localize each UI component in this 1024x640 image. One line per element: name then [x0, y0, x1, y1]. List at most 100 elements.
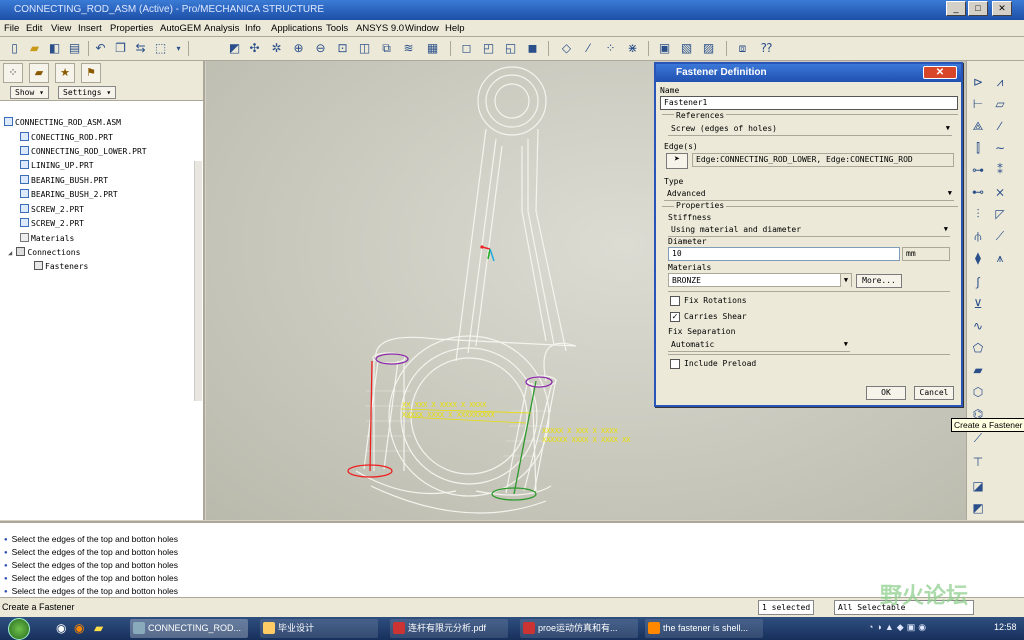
show-dropdown-button[interactable]: Show ▾	[10, 86, 49, 99]
new-file-icon[interactable]: ▯	[6, 40, 23, 57]
tree-item-part[interactable]: SCREW_2.PRT	[20, 217, 84, 230]
view-manager-icon[interactable]: ◫	[356, 40, 373, 57]
constraint-icon[interactable]: ⊢	[969, 95, 987, 113]
menu-ansys[interactable]: ANSYS 9.0	[356, 23, 404, 34]
name-input[interactable]: Fastener1	[660, 96, 958, 110]
saved-views-icon[interactable]: ⧉	[378, 40, 395, 57]
contact-icon[interactable]: ∫	[969, 273, 987, 291]
tree-item-part[interactable]: LINING_UP.PRT	[20, 159, 94, 172]
menu-tools[interactable]: Tools	[326, 23, 348, 34]
datum-axes-icon[interactable]: ⁄	[580, 40, 597, 57]
spring-icon[interactable]: ⫶	[969, 205, 987, 223]
tree-item-part[interactable]: CONNECTING_ROD_LOWER.PRT	[20, 145, 147, 158]
tray-icons[interactable]: ◔◑▲◆▣◉	[868, 622, 929, 633]
more-materials-button[interactable]: More...	[856, 274, 902, 288]
curve-icon[interactable]: ∕	[991, 117, 1009, 135]
tree-item-connections[interactable]: ◢ Connections	[8, 246, 80, 259]
cross-icon[interactable]: ⨯	[991, 183, 1009, 201]
no-hidden-icon[interactable]: ◱	[502, 40, 519, 57]
weld-icon[interactable]: ⊶	[969, 161, 987, 179]
select-box-icon[interactable]: ⬚	[152, 40, 169, 57]
ok-button[interactable]: OK	[866, 386, 906, 400]
spline-icon[interactable]: ∼	[991, 139, 1009, 157]
hidden-line-icon[interactable]: ◰	[480, 40, 497, 57]
point-icon[interactable]: ⁑	[991, 161, 1009, 179]
menu-window[interactable]: Window	[405, 23, 439, 34]
zoom-out-icon[interactable]: ⊖	[312, 40, 329, 57]
materials-dropdown[interactable]: BRONZE ▼	[668, 273, 852, 287]
maximize-button[interactable]: □	[968, 1, 988, 16]
start-button-icon[interactable]	[8, 618, 30, 640]
type-dropdown[interactable]: Advanced ▼	[664, 187, 954, 201]
force-icon[interactable]: ⩘	[991, 73, 1009, 91]
print-icon[interactable]: ▤	[66, 40, 83, 57]
menu-autogem[interactable]: AutoGEM	[160, 23, 201, 34]
tree-item-part[interactable]: BEARING_BUSH.PRT	[20, 174, 108, 187]
loads-display-icon[interactable]: ▣	[656, 40, 673, 57]
edge-select-arrow-icon[interactable]: ➤	[666, 153, 688, 169]
orient-icon[interactable]: ✲	[268, 40, 285, 57]
regenerate-icon[interactable]: ⇆	[132, 40, 149, 57]
fix-separation-dropdown[interactable]: Automatic ▼	[668, 338, 850, 352]
material-orientation-icon[interactable]: ▰	[969, 361, 987, 379]
context-help-icon[interactable]: ⁇	[758, 40, 775, 57]
wireframe-icon[interactable]: ◻	[458, 40, 475, 57]
mass-icon[interactable]: ⧫	[969, 249, 987, 267]
taskbar-item[interactable]: CONNECTING_ROD...	[130, 619, 248, 638]
connections-tab-icon[interactable]: ⚑	[81, 63, 101, 83]
menu-properties[interactable]: Properties	[110, 23, 153, 34]
dialog-title-bar[interactable]: Fastener Definition ✕	[656, 64, 961, 82]
ie-icon[interactable]: ◉	[56, 621, 66, 635]
panel-splitter[interactable]	[194, 161, 202, 401]
tree-item-part[interactable]: SCREW_2.PRT	[20, 203, 84, 216]
tree-item-part[interactable]: CONECTING_ROD.PRT	[20, 131, 113, 144]
fix-rotations-checkbox[interactable]	[670, 296, 680, 306]
menu-applications[interactable]: Applications	[271, 23, 322, 34]
shell-pair-icon[interactable]: ⬠	[969, 339, 987, 357]
menu-edit[interactable]: Edit	[26, 23, 42, 34]
menu-view[interactable]: View	[51, 23, 71, 34]
coordinate-systems-icon[interactable]: ⋇	[624, 40, 641, 57]
datum-points-icon[interactable]: ⁘	[602, 40, 619, 57]
copy-icon[interactable]: ❐	[112, 40, 129, 57]
zoom-in-icon[interactable]: ⊕	[290, 40, 307, 57]
stiffness-dropdown[interactable]: Using material and diameter ▼	[668, 223, 950, 237]
tree-item-fasteners[interactable]: Fasteners	[34, 260, 88, 273]
shading-icon[interactable]: ◼	[524, 40, 541, 57]
taskbar-item[interactable]: proe运动仿真和有...	[520, 619, 638, 638]
datum-plane-icon[interactable]: ◸	[991, 205, 1009, 223]
cancel-button[interactable]: Cancel	[914, 386, 954, 400]
taskbar-item[interactable]: the fastener is shell...	[645, 619, 763, 638]
idealization-icon[interactable]: ⬡	[969, 383, 987, 401]
table-icon[interactable]: ⊤	[969, 453, 987, 471]
settings-dropdown-button[interactable]: Settings ▾	[58, 86, 117, 99]
diameter-input[interactable]: 10	[668, 247, 900, 261]
menu-analysis[interactable]: Analysis	[204, 23, 239, 34]
network-icon[interactable]: ⧈	[734, 40, 751, 57]
layers-icon[interactable]: ≋	[400, 40, 417, 57]
open-folder-icon[interactable]: ▰	[26, 40, 43, 57]
rigid-link-icon[interactable]: ⊷	[969, 183, 987, 201]
datum-planes-icon[interactable]: ◇	[558, 40, 575, 57]
save-icon[interactable]: ◧	[46, 40, 63, 57]
taskbar-item[interactable]: 毕业设计	[260, 619, 378, 638]
menu-help[interactable]: Help	[445, 23, 465, 34]
spin-center-icon[interactable]: ✣	[246, 40, 263, 57]
repaint-icon[interactable]: ◩	[226, 40, 243, 57]
undo-icon[interactable]: ↶	[92, 40, 109, 57]
favorites-tab-icon[interactable]: ★	[55, 63, 75, 83]
shell-icon[interactable]: ⫛	[969, 227, 987, 245]
simulation-display-icon[interactable]: ▨	[700, 40, 717, 57]
folder-icon[interactable]: ▰	[94, 621, 103, 635]
model-tree-icon[interactable]: ▦	[424, 40, 441, 57]
expand-arrow-icon[interactable]: ◢	[8, 249, 16, 257]
dropdown-arrow-icon[interactable]: ▾	[170, 40, 187, 57]
load-icon[interactable]: ⊳	[969, 73, 987, 91]
volume-region-icon[interactable]: ⟁	[969, 117, 987, 135]
beam-section-icon[interactable]: ⩚	[991, 249, 1009, 267]
dialog-close-button[interactable]: ✕	[923, 66, 957, 79]
taskbar-item[interactable]: 连杆有限元分析.pdf	[390, 619, 508, 638]
box-icon[interactable]: ◩	[969, 499, 987, 517]
model-tree-tab-icon[interactable]: ⁘	[3, 63, 23, 83]
cube-icon[interactable]: ◪	[969, 477, 987, 495]
